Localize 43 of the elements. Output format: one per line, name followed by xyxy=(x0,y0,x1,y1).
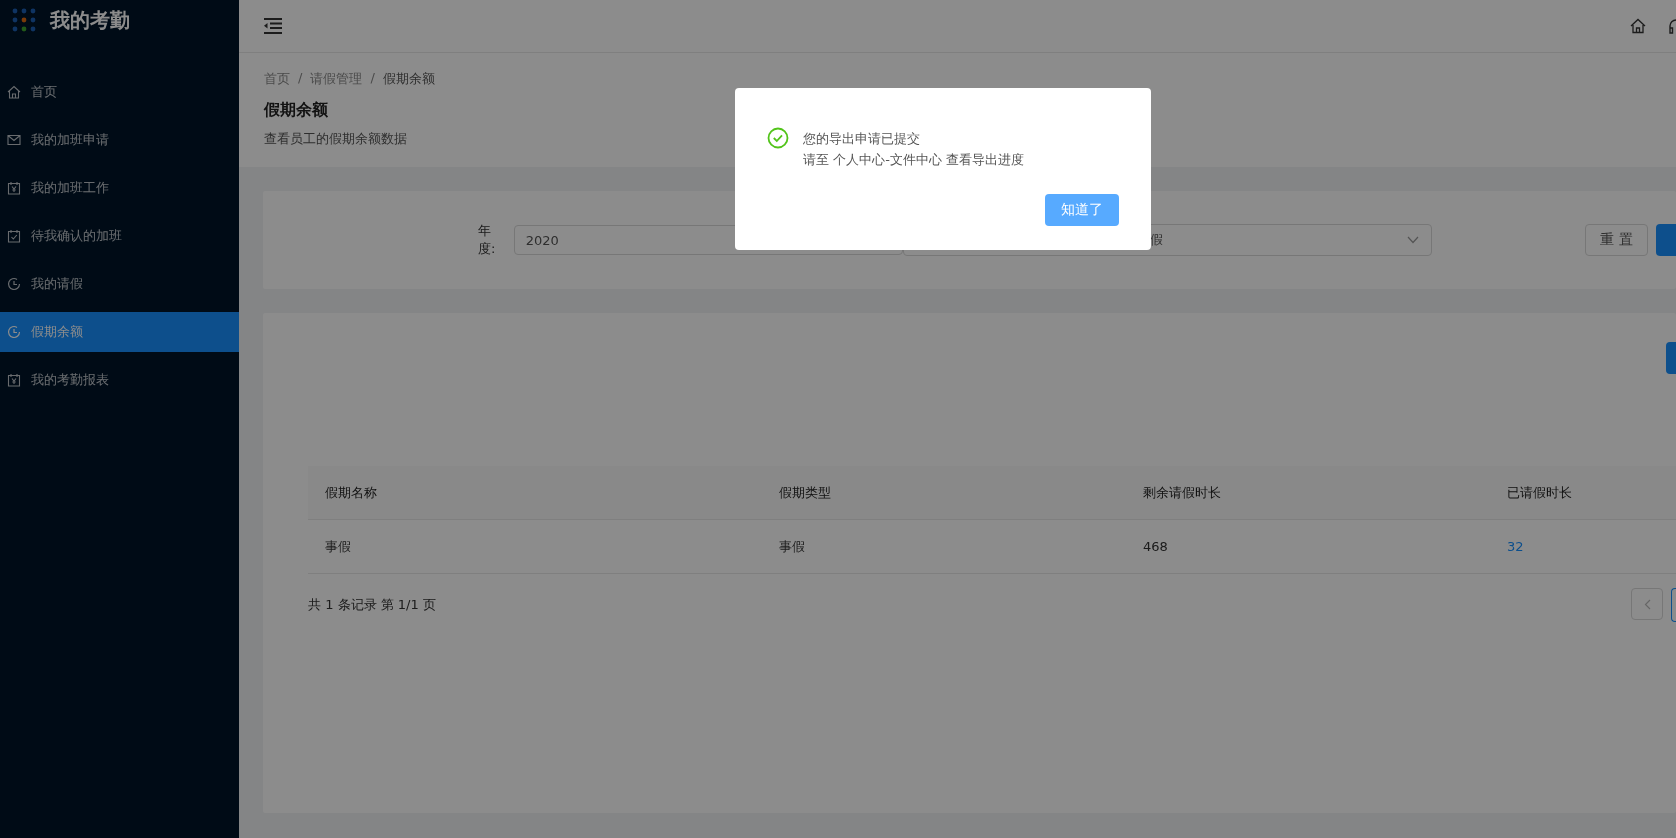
page-subtitle: 查看员工的假期余额数据 xyxy=(264,130,407,148)
pagination-summary: 共 1 条记录 第 1/1 页 xyxy=(308,596,436,614)
column-header: 假期名称 xyxy=(324,483,378,502)
previous-page-button[interactable] xyxy=(1631,588,1663,620)
sidebar-item[interactable]: 我的加班申请 xyxy=(0,120,239,160)
mail-icon xyxy=(7,133,21,147)
chevron-left-icon xyxy=(1643,598,1651,610)
ok-button[interactable]: 知道了 xyxy=(1045,194,1119,226)
column-header: 假期类型 xyxy=(778,483,832,502)
page-title: 假期余额 xyxy=(264,100,328,121)
clock-icon xyxy=(7,325,21,339)
column-header: 剩余请假时长 xyxy=(1142,483,1222,502)
clock-icon xyxy=(7,277,21,291)
calendar-icon xyxy=(7,373,21,387)
home-icon xyxy=(7,85,21,99)
sidebar-item[interactable]: 假期余额 xyxy=(0,312,239,352)
calendar-check-icon xyxy=(7,229,21,243)
page-button[interactable] xyxy=(1671,588,1676,622)
sidebar-item[interactable]: 待我确认的加班 xyxy=(0,216,239,256)
chevron-down-icon xyxy=(1407,236,1420,244)
table-cell-text: 事假 xyxy=(324,537,352,556)
dialog-detail: 请至 个人中心-文件中心 查看导出进度 xyxy=(803,151,1024,169)
used-hours-link[interactable]: 32 xyxy=(1507,539,1524,554)
breadcrumb-link[interactable]: 首页 xyxy=(264,70,290,88)
sidebar-item[interactable]: 我的考勤报表 xyxy=(0,360,239,400)
menu-fold-icon[interactable] xyxy=(264,18,282,34)
table-cell-text: 事假 xyxy=(778,537,806,556)
app-title: 我的考勤 xyxy=(50,6,130,34)
sidebar-item[interactable]: 我的请假 xyxy=(0,264,239,304)
grid-logo-icon xyxy=(12,8,36,32)
column-header: 已请假时长 xyxy=(1506,483,1573,502)
sidebar-item[interactable]: 我的加班工作 xyxy=(0,168,239,208)
breadcrumb-separator: / xyxy=(298,70,303,87)
calendar-icon xyxy=(7,181,21,195)
breadcrumb-separator: / xyxy=(370,70,375,87)
table-cell-text: 468 xyxy=(1142,539,1169,554)
breadcrumb-link[interactable]: 请假管理 xyxy=(310,70,363,88)
check-circle-icon xyxy=(767,127,789,149)
reset-button[interactable]: 重 置 xyxy=(1585,224,1648,256)
home-icon[interactable] xyxy=(1630,18,1646,34)
year-label: 年度: xyxy=(478,222,497,258)
sidebar-item[interactable]: 首页 xyxy=(0,72,239,112)
dialog-message: 您的导出申请已提交 xyxy=(803,130,921,148)
